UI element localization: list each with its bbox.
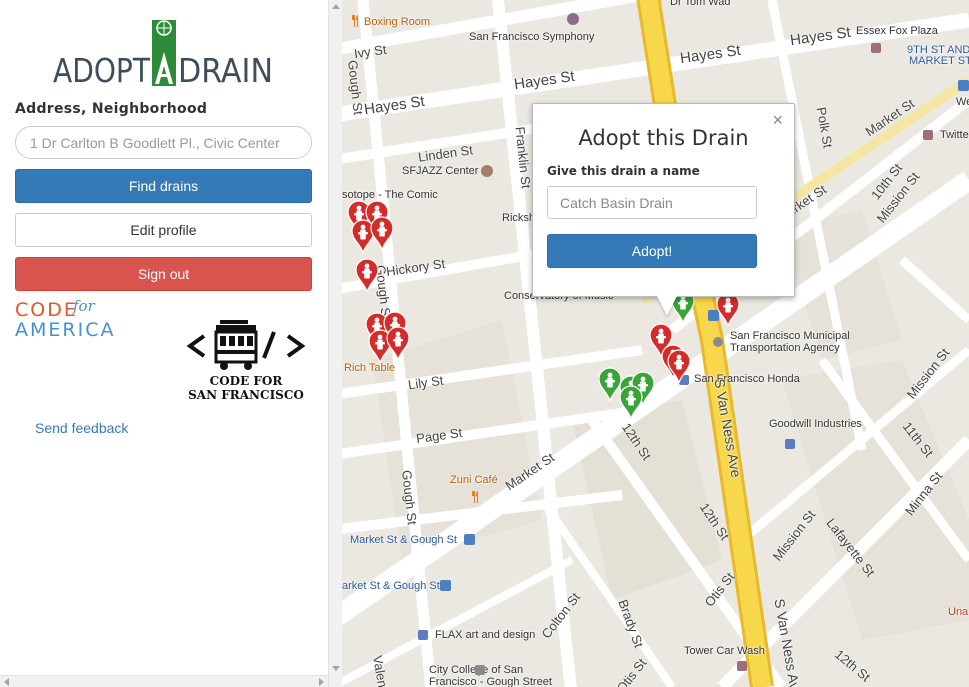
drain-marker-available-5[interactable] xyxy=(354,257,380,293)
cfa-code-text: CODE xyxy=(15,299,78,321)
shopping-icon[interactable] xyxy=(870,42,882,54)
drain-marker-adopted-18[interactable] xyxy=(618,384,644,420)
label-sf-honda[interactable]: San Francisco Honda xyxy=(694,373,800,385)
cfa-for-text: for xyxy=(73,297,95,315)
drain-marker-available-9[interactable] xyxy=(385,325,411,361)
label-flax[interactable]: FLAX art and design xyxy=(435,629,535,641)
label-city-college-2[interactable]: Francisco - Gough Street xyxy=(429,676,552,687)
label-tower-car-wash[interactable]: Tower Car Wash xyxy=(684,645,765,657)
music-venue-icon[interactable] xyxy=(566,12,580,26)
cfa-america-text: AMERICA xyxy=(15,319,116,341)
scroll-up-arrow-icon[interactable] xyxy=(332,4,340,9)
drain-marker-available-12[interactable] xyxy=(666,348,692,384)
adopt-button[interactable]: Adopt! xyxy=(547,234,757,268)
zuni-restaurant-icon[interactable] xyxy=(470,490,482,504)
sign-out-button[interactable]: Sign out xyxy=(15,257,312,291)
label-9th-market-2[interactable]: MARKET ST xyxy=(909,55,969,67)
sidebar: ADOPT DRAIN Address, Neighborhood Find d… xyxy=(0,0,328,687)
code-for-san-francisco-logo[interactable]: CODE FOR SAN FRANCISCO xyxy=(184,318,308,404)
transit-stop-icon-2[interactable] xyxy=(440,580,451,591)
address-label: Address, Neighborhood xyxy=(15,101,208,117)
transit-stop-icon-4[interactable] xyxy=(958,80,969,91)
scroll-right-arrow-icon[interactable] xyxy=(319,678,324,686)
adopt-drain-popup: × Adopt this Drain Give this drain a nam… xyxy=(532,103,795,297)
car-wash-icon[interactable] xyxy=(736,660,748,672)
label-market-gough-1[interactable]: Market St & Gough St xyxy=(350,534,457,546)
horizontal-scrollbar[interactable] xyxy=(0,675,328,687)
label-essex-fox-plaza[interactable]: Essex Fox Plaza xyxy=(856,25,938,37)
drain-name-label: Give this drain a name xyxy=(547,164,700,178)
address-input[interactable] xyxy=(15,126,312,159)
restaurant-icon[interactable] xyxy=(350,14,362,28)
flax-store-icon[interactable] xyxy=(417,629,429,641)
drain-marker-available-4[interactable] xyxy=(369,215,395,251)
cfsf-line1-text: CODE FOR xyxy=(209,374,283,388)
label-una[interactable]: Una xyxy=(948,606,968,618)
transit-stop-icon-1[interactable] xyxy=(464,534,475,545)
label-twitter[interactable]: Twitte xyxy=(940,129,969,141)
send-feedback-link[interactable]: Send feedback xyxy=(35,420,128,436)
cable-car-icon xyxy=(186,320,306,370)
theater-icon[interactable] xyxy=(480,164,494,178)
find-drains-button[interactable]: Find drains xyxy=(15,169,312,203)
label-zuni-cafe[interactable]: Zuni Café xyxy=(450,474,498,486)
label-dr-tom-wad: Dr Tom Wad xyxy=(670,0,731,8)
vertical-scrollbar[interactable] xyxy=(328,0,342,687)
school-icon[interactable] xyxy=(474,664,486,676)
government-icon[interactable] xyxy=(712,336,724,348)
cfsf-line2-text: SAN FRANCISCO xyxy=(188,388,304,402)
label-sfmta-1[interactable]: San Francisco Municipal xyxy=(730,330,850,342)
label-wel[interactable]: Welg xyxy=(956,96,969,108)
popup-pointer xyxy=(657,296,677,316)
adopt-a-drain-logo: ADOPT DRAIN xyxy=(52,20,274,86)
goodwill-store-icon[interactable] xyxy=(784,438,796,450)
scroll-down-arrow-icon[interactable] xyxy=(332,666,340,671)
label-sfmta-2[interactable]: Transportation Agency xyxy=(730,342,840,354)
code-for-america-logo[interactable]: CODE for AMERICA xyxy=(15,299,125,345)
label-goodwill[interactable]: Goodwill Industries xyxy=(769,418,862,430)
office-icon[interactable] xyxy=(922,129,934,141)
label-market-gough-2[interactable]: arket St & Gough St xyxy=(342,580,440,592)
label-sf-symphony[interactable]: San Francisco Symphony xyxy=(469,31,594,43)
popup-title: Adopt this Drain xyxy=(578,126,749,150)
edit-profile-button[interactable]: Edit profile xyxy=(15,213,312,247)
label-rickshaw[interactable]: Ricksh xyxy=(502,212,535,224)
logo-text-drain: DRAIN xyxy=(178,51,273,86)
label-boxing-room[interactable]: Boxing Room xyxy=(364,16,430,28)
logo-text-adopt: ADOPT xyxy=(53,51,151,86)
label-sfjazz[interactable]: SFJAZZ Center xyxy=(402,165,478,177)
drain-name-input[interactable] xyxy=(547,186,757,219)
scroll-left-arrow-icon[interactable] xyxy=(4,678,9,686)
